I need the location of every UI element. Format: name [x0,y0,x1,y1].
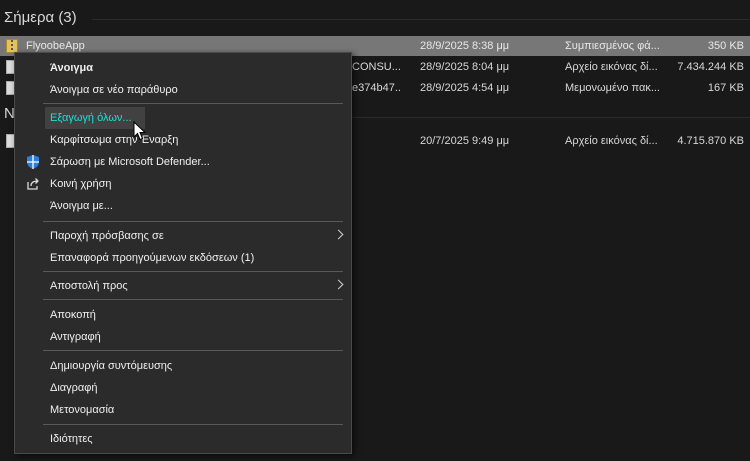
menu-item-give-access[interactable]: Παροχή πρόσβασης σε [16,225,350,247]
file-name: CONSU... [352,61,400,73]
menu-item-defender-scan[interactable]: Σάρωση με Microsoft Defender... [16,151,350,173]
menu-item-label: Αντιγραφή [50,331,101,343]
file-size: 4.715.870 KB [677,135,744,147]
menu-item-open-new-window[interactable]: Άνοιγμα σε νέο παράθυρο [16,79,350,101]
menu-separator [43,299,343,300]
file-date: 28/9/2025 8:04 μμ [420,61,510,73]
file-type: Μεμονωμένο πακ... [565,82,660,94]
file-size: 350 KB [707,40,744,52]
menu-item-label: Δημιουργία συντόμευσης [50,360,173,372]
menu-separator [43,221,343,222]
menu-item-send-to[interactable]: Αποστολή προς [16,275,350,297]
menu-item-label: Αποστολή προς [50,280,128,292]
file-size: 7.434.244 KB [677,61,744,73]
file-date: 28/9/2025 4:54 μμ [420,82,510,94]
mouse-cursor-icon [133,121,147,141]
menu-item-pin-start[interactable]: Καρφίτσωμα στην Έναρξη [16,129,350,151]
menu-item-copy[interactable]: Αντιγραφή [16,326,350,348]
menu-separator [43,350,343,351]
menu-item-open-with[interactable]: Άνοιγμα με... [16,195,350,217]
group-header-today[interactable]: Σήμερα (3) [4,9,77,26]
menu-item-label: Ιδιότητες [50,433,93,445]
menu-item-label: Άνοιγμα σε νέο παράθυρο [50,84,178,96]
menu-separator [43,103,343,104]
file-type: Συμπιεσμένος φά... [565,40,660,52]
menu-item-create-shortcut[interactable]: Δημιουργία συντόμευσης [16,355,350,377]
zip-folder-icon [6,39,18,53]
chevron-right-icon [333,229,344,240]
menu-item-open[interactable]: Άνοιγμα [16,57,350,79]
share-icon [27,178,39,190]
menu-item-cut[interactable]: Αποκοπή [16,304,350,326]
menu-item-properties[interactable]: Ιδιότητες [16,428,350,450]
menu-item-label: Μετονομασία [50,404,115,416]
menu-item-label: Άνοιγμα [50,62,94,74]
menu-item-label: Παροχή πρόσβασης σε [50,230,164,242]
group-header-divider [92,19,750,20]
file-date: 20/7/2025 9:49 μμ [420,135,510,147]
menu-separator [43,271,343,272]
menu-item-label: Επαναφορά προηγούμενων εκδόσεων (1) [50,252,255,264]
menu-item-label: Εξαγωγή όλων... [50,112,132,124]
menu-item-label: Διαγραφή [50,382,98,394]
menu-item-delete[interactable]: Διαγραφή [16,377,350,399]
menu-separator [43,424,343,425]
menu-item-label: Καρφίτσωμα στην Έναρξη [50,134,179,146]
file-type: Αρχείο εικόνας δί... [565,135,658,147]
file-size: 167 KB [707,82,744,94]
menu-item-label: Σάρωση με Microsoft Defender... [50,156,210,168]
menu-item-label: Αποκοπή [50,309,96,321]
file-name: e374b47... [352,82,400,94]
menu-item-share[interactable]: Κοινή χρήση [16,173,350,195]
menu-item-label: Κοινή χρήση [50,178,112,190]
file-type: Αρχείο εικόνας δί... [565,61,658,73]
menu-item-restore-versions[interactable]: Επαναφορά προηγούμενων εκδόσεων (1) [16,247,350,269]
context-menu: Άνοιγμα Άνοιγμα σε νέο παράθυρο Εξαγωγή … [14,52,352,454]
file-date: 28/9/2025 8:38 μμ [420,40,510,52]
chevron-right-icon [333,279,344,290]
menu-item-extract-all[interactable]: Εξαγωγή όλων... [16,107,350,129]
defender-shield-icon [27,155,39,169]
file-name: FlyoobeApp [26,40,85,52]
menu-item-rename[interactable]: Μετονομασία [16,399,350,421]
menu-item-label: Άνοιγμα με... [50,200,113,212]
